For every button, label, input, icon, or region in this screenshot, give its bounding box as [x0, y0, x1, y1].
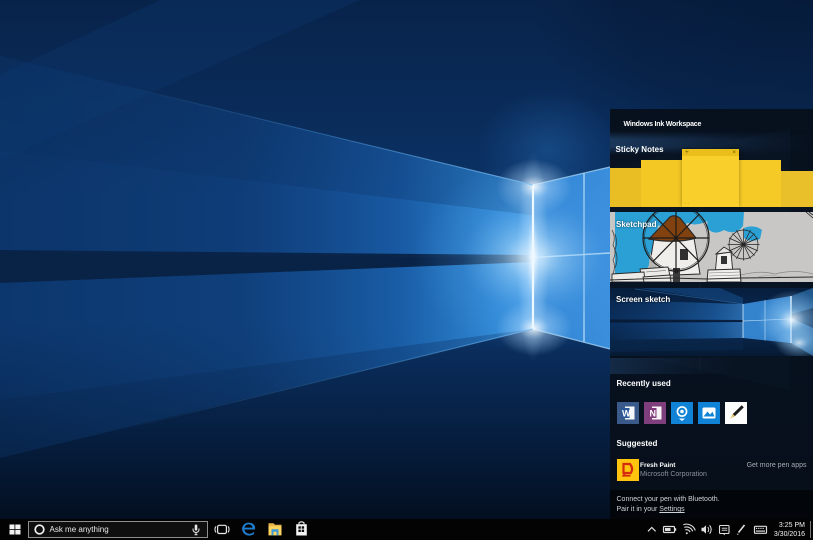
svg-text:W: W	[622, 409, 631, 419]
svg-text:N: N	[650, 409, 657, 419]
